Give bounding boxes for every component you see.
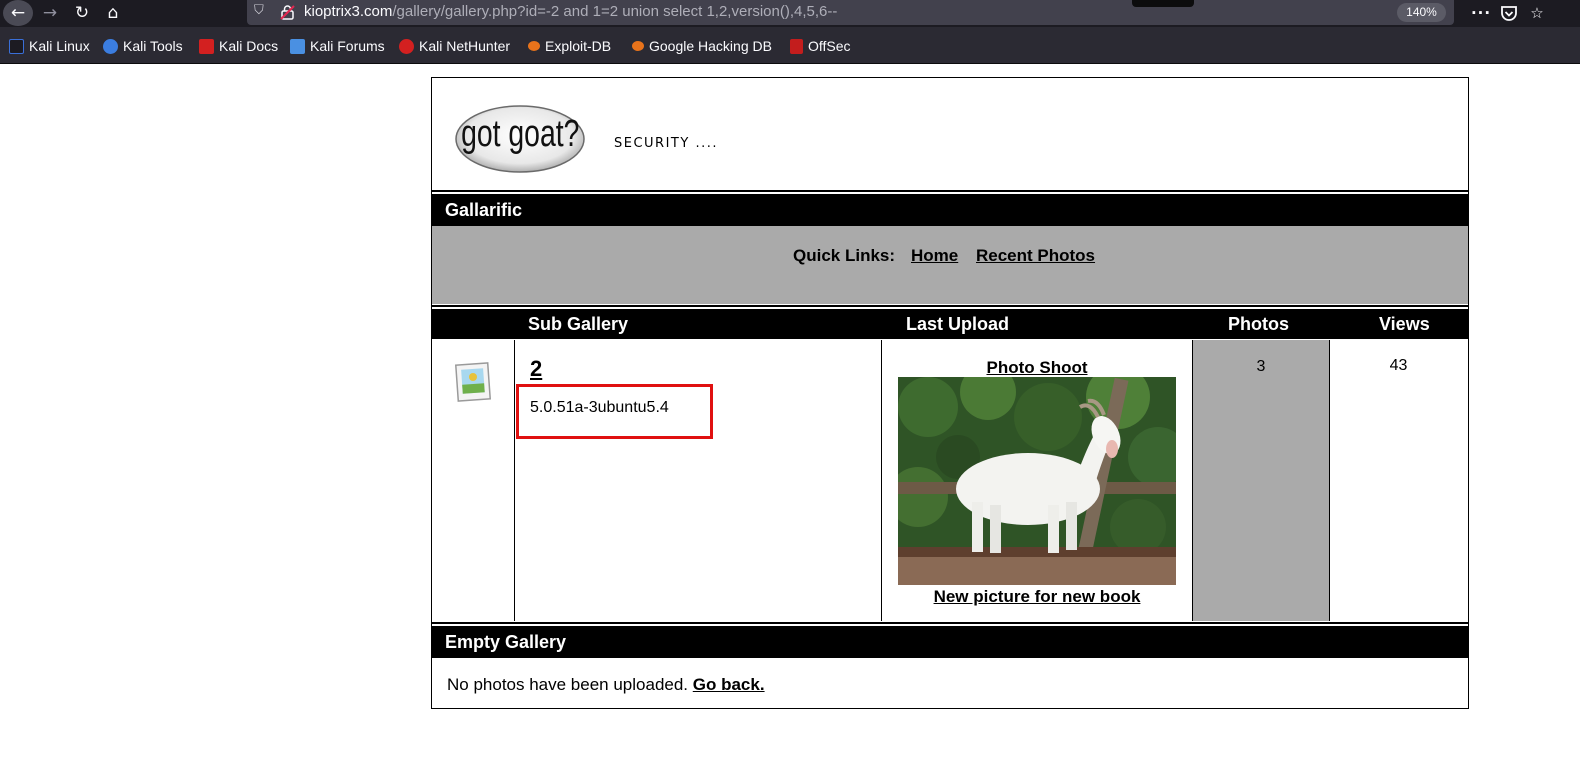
bookmark-kali-docs[interactable]: Kali Docs [199, 37, 278, 55]
column-divider [514, 340, 515, 621]
bookmark-label: Kali Linux [29, 38, 90, 54]
bookmark-label: Google Hacking DB [649, 38, 772, 54]
column-divider [881, 340, 882, 621]
divider [432, 622, 1468, 624]
offsec-icon [790, 38, 803, 54]
kali-dragon-icon [9, 38, 24, 54]
views-count: 43 [1389, 357, 1408, 374]
goat-photo[interactable] [898, 377, 1176, 585]
divider [432, 190, 1468, 192]
forward-arrow-icon[interactable]: → [36, 0, 64, 26]
bookmark-kali-forums[interactable]: Kali Forums [290, 37, 385, 55]
gallery-title-bar: Gallarific [432, 194, 1468, 226]
bookmarks-toolbar: Kali Linux Kali Tools Kali Docs Kali For… [0, 27, 1580, 64]
url-bar[interactable]: ⛉ kioptrix3.com/gallery/gallery.php?id=-… [247, 0, 1454, 25]
kali-forums-icon [290, 38, 305, 54]
kali-docs-icon [199, 38, 214, 54]
empty-gallery-title: Empty Gallery [445, 632, 567, 652]
photos-cell [1193, 340, 1329, 621]
column-header-photos: Photos [1228, 314, 1289, 334]
got-goat-logo[interactable]: got goat? [454, 101, 587, 174]
bookmark-google-hacking-db[interactable]: Google Hacking DB [632, 37, 772, 55]
gallery-page: got goat? SECURITY .... Gallarific Quick… [431, 77, 1469, 709]
kali-tools-icon [103, 38, 118, 54]
site-header: got goat? SECURITY .... [432, 78, 1468, 190]
google-hacking-db-icon [632, 41, 644, 51]
column-header-last-upload: Last Upload [906, 314, 1010, 334]
photos-count: 3 [1256, 358, 1266, 375]
table-row: 2 5.0.51a-3ubuntu5.4 Photo Shoot New pic… [432, 340, 1468, 621]
bookmark-label: Exploit-DB [545, 38, 612, 54]
bookmark-label: Kali Forums [310, 38, 385, 54]
exploit-db-icon [528, 41, 540, 51]
pocket-icon[interactable] [1497, 2, 1521, 24]
divider [432, 305, 1468, 307]
quick-links-label: Quick Links: [793, 246, 896, 265]
kali-nethunter-icon [399, 38, 414, 54]
url-host: kioptrix3.com [304, 3, 393, 20]
sub-gallery-description: 5.0.51a-3ubuntu5.4 [530, 399, 669, 416]
insecure-lock-icon[interactable] [280, 4, 295, 20]
gallery-title: Gallarific [445, 200, 523, 220]
bookmark-kali-tools[interactable]: Kali Tools [103, 37, 183, 55]
zoom-level-badge[interactable]: 140% [1397, 3, 1446, 22]
back-arrow-icon[interactable]: ← [3, 0, 33, 26]
site-tagline: SECURITY .... [614, 136, 718, 151]
shield-icon[interactable]: ⛉ [254, 3, 268, 21]
bookmark-label: OffSec [808, 38, 851, 54]
column-divider [1192, 340, 1193, 621]
url-path: /gallery/gallery.php?id=-2 and 1=2 union… [392, 3, 838, 20]
url-suggestion-tab [1132, 0, 1194, 7]
home-icon[interactable]: ⌂ [99, 0, 127, 26]
bookmark-kali-linux[interactable]: Kali Linux [9, 37, 90, 55]
last-upload-title-link[interactable]: Photo Shoot [882, 358, 1192, 378]
column-header-sub-gallery: Sub Gallery [528, 314, 629, 334]
bookmark-offsec[interactable]: OffSec [790, 37, 851, 55]
empty-gallery-message-row: No photos have been uploaded. Go back. [447, 675, 765, 695]
bookmark-label: Kali Docs [219, 38, 279, 54]
bookmark-exploit-db[interactable]: Exploit-DB [528, 37, 611, 55]
empty-gallery-bar: Empty Gallery [432, 626, 1468, 658]
last-upload-caption-link[interactable]: New picture for new book [882, 587, 1192, 607]
logo-text: got goat? [461, 113, 579, 155]
star-icon[interactable]: ☆ [1525, 2, 1549, 24]
go-back-link[interactable]: Go back. [693, 675, 765, 694]
quick-link-recent-photos[interactable]: Recent Photos [976, 246, 1095, 266]
bookmark-label: Kali Tools [123, 38, 183, 54]
browser-toolbar: ← → ↻ ⌂ ⛉ kioptrix3.com/gallery/gallery.… [0, 0, 1580, 27]
more-icon[interactable]: ··· [1469, 2, 1493, 24]
empty-gallery-message: No photos have been uploaded. [447, 675, 689, 694]
quick-links-section: Quick Links: Home Recent Photos [432, 226, 1468, 304]
bookmark-label: Kali NetHunter [419, 38, 511, 54]
table-header-bar: Sub Gallery Last Upload Photos Views [432, 309, 1468, 339]
column-divider [1329, 340, 1330, 621]
reload-icon[interactable]: ↻ [68, 0, 96, 26]
column-header-views: Views [1379, 314, 1430, 334]
gallery-thumbnail-icon[interactable] [454, 362, 492, 402]
sub-gallery-link[interactable]: 2 [530, 356, 542, 382]
url-text[interactable]: kioptrix3.com/gallery/gallery.php?id=-2 … [304, 3, 837, 20]
bookmark-kali-nethunter[interactable]: Kali NetHunter [399, 37, 510, 55]
quick-link-home[interactable]: Home [911, 246, 958, 266]
